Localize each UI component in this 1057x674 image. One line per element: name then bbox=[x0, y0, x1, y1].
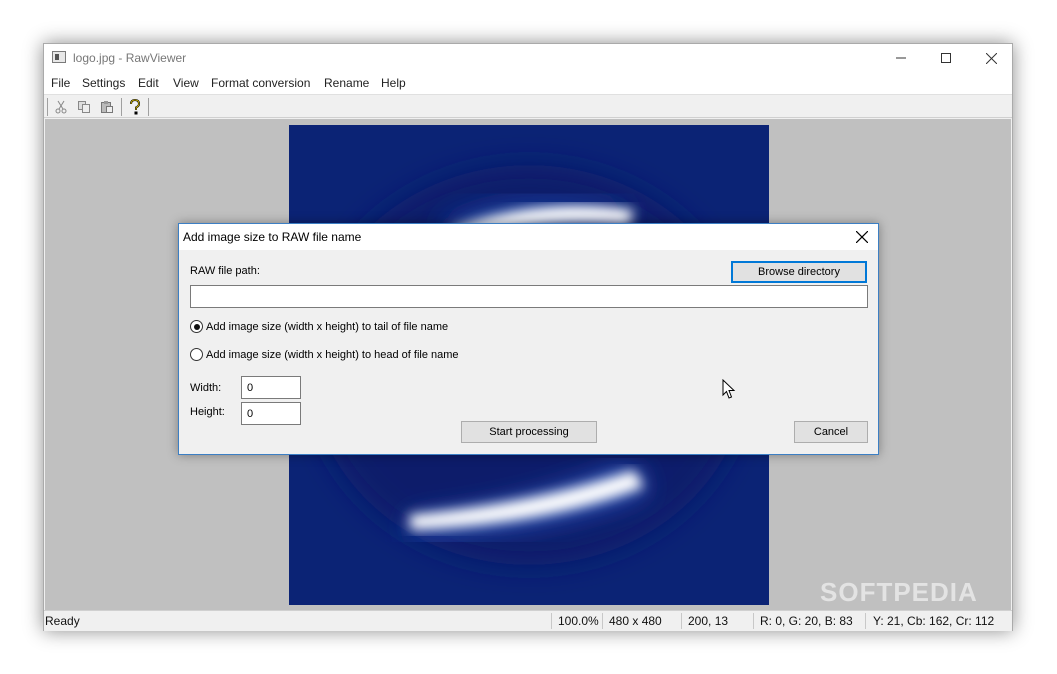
menu-edit[interactable]: Edit bbox=[138, 76, 159, 90]
status-position: 200, 13 bbox=[688, 614, 729, 628]
cancel-button[interactable]: Cancel bbox=[794, 421, 868, 443]
status-bar: Ready 100.0% 480 x 480 200, 13 R: 0, G: … bbox=[44, 610, 1012, 631]
menu-settings[interactable]: Settings bbox=[82, 76, 125, 90]
help-icon bbox=[130, 99, 141, 115]
paste-button[interactable] bbox=[98, 98, 116, 116]
close-icon bbox=[985, 52, 997, 64]
window-title: logo.jpg - RawViewer bbox=[73, 51, 187, 65]
status-ycbcr: Y: 21, Cb: 162, Cr: 112 bbox=[873, 614, 995, 628]
paste-icon bbox=[101, 101, 113, 113]
close-icon bbox=[856, 231, 868, 243]
browse-directory-button[interactable]: Browse directory bbox=[731, 261, 867, 283]
cut-icon bbox=[55, 100, 67, 114]
status-divider bbox=[602, 613, 603, 629]
dialog-title: Add image size to RAW file name bbox=[183, 230, 362, 244]
copy-button[interactable] bbox=[75, 98, 93, 116]
copy-icon bbox=[78, 101, 90, 113]
height-input[interactable] bbox=[241, 402, 301, 425]
menu-help[interactable]: Help bbox=[381, 76, 406, 90]
toolbar bbox=[44, 94, 1012, 118]
maximize-icon bbox=[941, 53, 951, 63]
status-rgb: R: 0, G: 20, B: 83 bbox=[760, 614, 853, 628]
status-divider bbox=[681, 613, 682, 629]
width-input[interactable] bbox=[241, 376, 301, 399]
menu-file[interactable]: File bbox=[51, 76, 70, 90]
dialog-close-button[interactable] bbox=[852, 227, 872, 247]
help-button[interactable] bbox=[126, 98, 144, 116]
mouse-cursor-icon bbox=[722, 379, 736, 399]
add-image-size-dialog: Add image size to RAW file name RAW file… bbox=[178, 223, 879, 455]
dialog-title-bar: Add image size to RAW file name bbox=[179, 224, 878, 250]
title-bar: logo.jpg - RawViewer bbox=[44, 44, 1012, 72]
status-divider bbox=[865, 613, 866, 629]
option-head-label[interactable]: Add image size (width x height) to head … bbox=[206, 349, 459, 361]
radio-tail[interactable] bbox=[190, 320, 203, 333]
option-tail-label[interactable]: Add image size (width x height) to tail … bbox=[206, 321, 448, 333]
start-processing-button[interactable]: Start processing bbox=[461, 421, 597, 443]
menu-bar: File Settings Edit View Format conversio… bbox=[44, 72, 1012, 94]
cut-button[interactable] bbox=[52, 98, 70, 116]
menu-view[interactable]: View bbox=[173, 76, 199, 90]
menu-format-conversion[interactable]: Format conversion bbox=[211, 76, 310, 90]
minimize-icon bbox=[896, 57, 906, 59]
toolbar-separator bbox=[47, 98, 48, 116]
status-ready: Ready bbox=[45, 614, 80, 628]
height-label: Height: bbox=[190, 406, 225, 418]
raw-path-label: RAW file path: bbox=[190, 265, 260, 277]
toolbar-separator bbox=[121, 98, 122, 116]
watermark-text: SOFTPEDIA bbox=[820, 577, 978, 607]
status-dimensions: 480 x 480 bbox=[609, 614, 662, 628]
radio-head[interactable] bbox=[190, 348, 203, 361]
menu-rename[interactable]: Rename bbox=[324, 76, 369, 90]
status-divider bbox=[551, 613, 552, 629]
minimize-button[interactable] bbox=[878, 44, 924, 72]
status-divider bbox=[753, 613, 754, 629]
app-icon bbox=[52, 51, 66, 63]
close-button[interactable] bbox=[968, 44, 1014, 72]
width-label: Width: bbox=[190, 382, 222, 394]
status-zoom: 100.0% bbox=[558, 614, 599, 628]
maximize-button[interactable] bbox=[923, 44, 969, 72]
raw-path-input[interactable] bbox=[190, 285, 868, 308]
toolbar-separator bbox=[148, 98, 149, 116]
